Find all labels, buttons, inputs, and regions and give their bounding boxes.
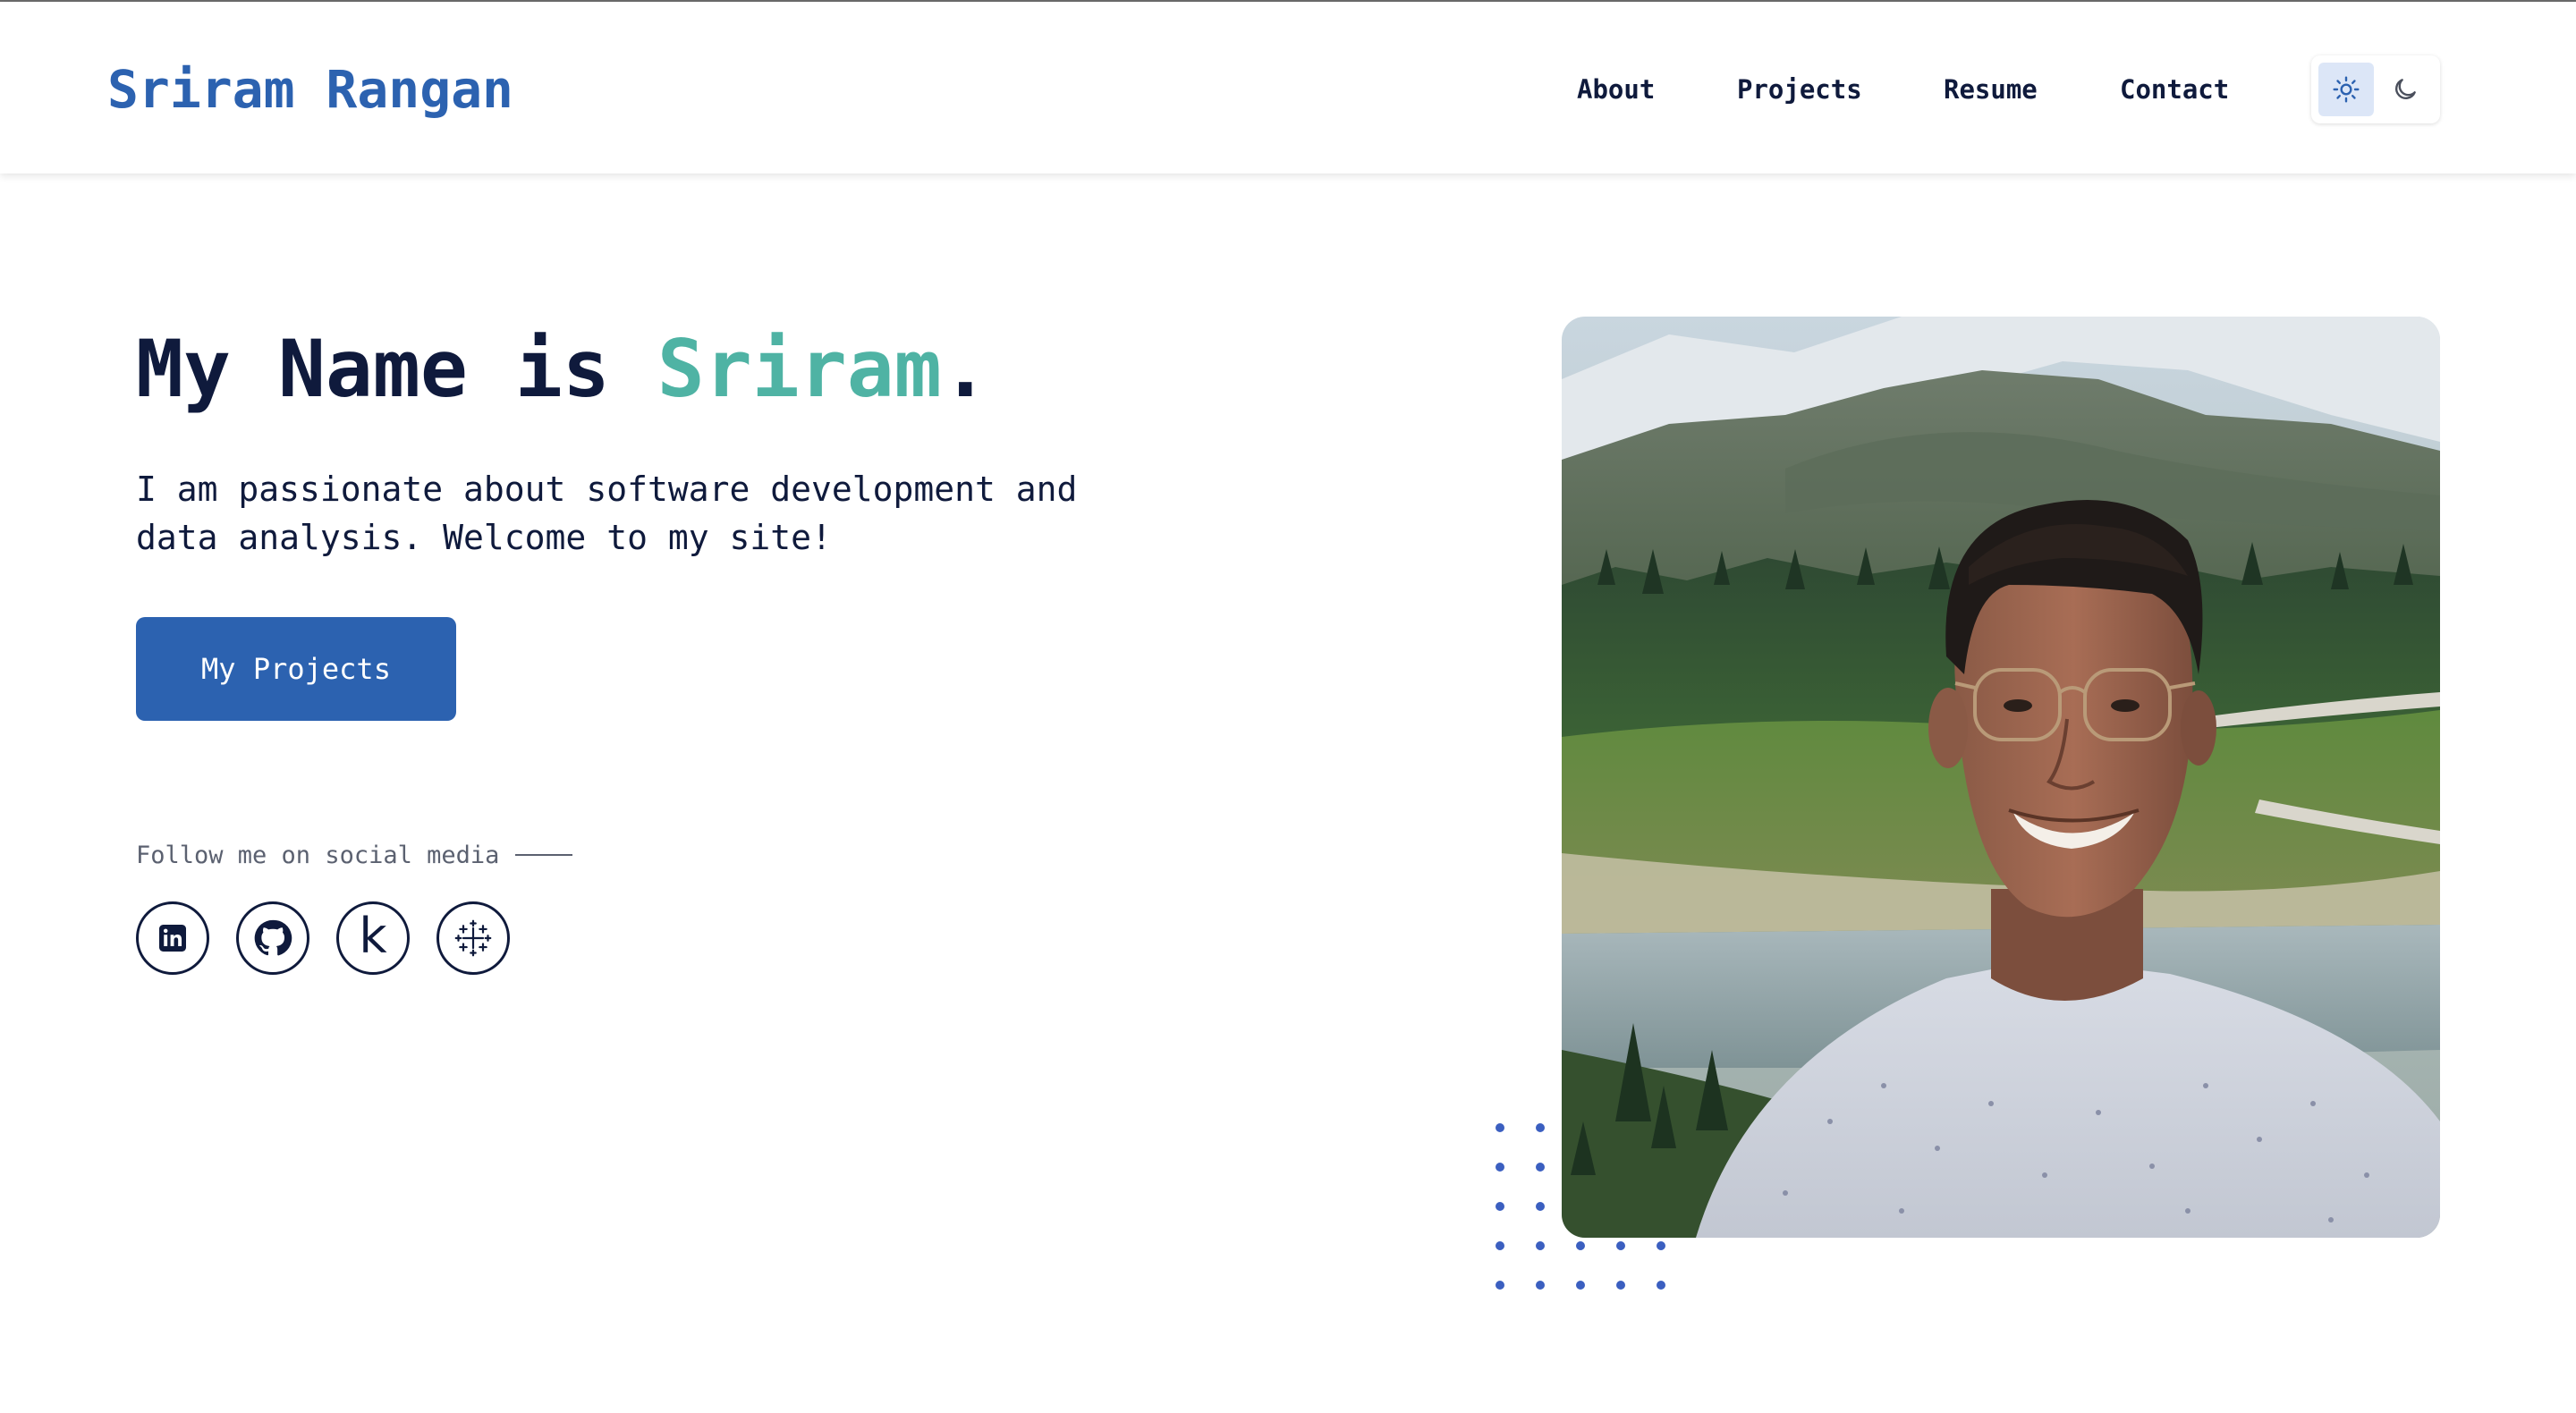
site-header: Sriram Rangan About Projects Resume Cont… <box>0 2 2576 173</box>
decorative-dot <box>1496 1202 1504 1211</box>
kaggle-link[interactable]: k <box>336 901 410 975</box>
nav-link-projects[interactable]: Projects <box>1737 70 1862 109</box>
decorative-dot <box>1496 1241 1504 1250</box>
hero-title-name: Sriram <box>657 323 942 415</box>
hero-description: I am passionate about software developme… <box>136 470 1078 557</box>
nav-link-about[interactable]: About <box>1577 70 1655 109</box>
hero-title-suffix: . <box>941 323 989 415</box>
linkedin-link[interactable] <box>136 901 209 975</box>
nav-link-contact[interactable]: Contact <box>2120 70 2229 109</box>
linkedin-icon <box>159 925 186 952</box>
decorative-dot <box>1576 1241 1585 1250</box>
tableau-link[interactable] <box>436 901 510 975</box>
follow-divider <box>515 854 573 856</box>
site-brand[interactable]: Sriram Rangan <box>107 54 513 125</box>
theme-toggle <box>2311 55 2440 123</box>
sun-icon <box>2333 76 2360 103</box>
kaggle-icon: k <box>359 908 387 964</box>
hero-title: My Name is Sriram. <box>136 320 989 419</box>
github-icon <box>254 919 292 956</box>
nav-link-resume[interactable]: Resume <box>1944 70 2038 109</box>
decorative-dot <box>1657 1241 1665 1250</box>
hero-title-prefix: My Name is <box>136 323 657 415</box>
decorative-dot <box>1536 1281 1545 1290</box>
decorative-dot <box>1536 1163 1545 1172</box>
decorative-dot <box>1616 1241 1625 1250</box>
profile-photo-illustration <box>1562 317 2440 1238</box>
moon-icon <box>2395 79 2416 99</box>
tableau-icon <box>454 919 492 957</box>
follow-social-label: Follow me on social media <box>136 837 573 873</box>
decorative-dot <box>1536 1202 1545 1211</box>
decorative-dot <box>1496 1123 1504 1132</box>
dark-mode-button[interactable] <box>2377 63 2433 116</box>
decorative-dot <box>1496 1163 1504 1172</box>
profile-photo <box>1562 317 2440 1238</box>
decorative-dot <box>1496 1281 1504 1290</box>
light-mode-button[interactable] <box>2318 63 2374 116</box>
decorative-dot <box>1657 1281 1665 1290</box>
decorative-dot <box>1576 1281 1585 1290</box>
decorative-dot <box>1616 1281 1625 1290</box>
decorative-dot <box>1536 1123 1545 1132</box>
decorative-dot <box>1536 1241 1545 1250</box>
github-link[interactable] <box>236 901 309 975</box>
follow-social-text: Follow me on social media <box>136 841 500 869</box>
my-projects-button[interactable]: My Projects <box>136 617 456 721</box>
